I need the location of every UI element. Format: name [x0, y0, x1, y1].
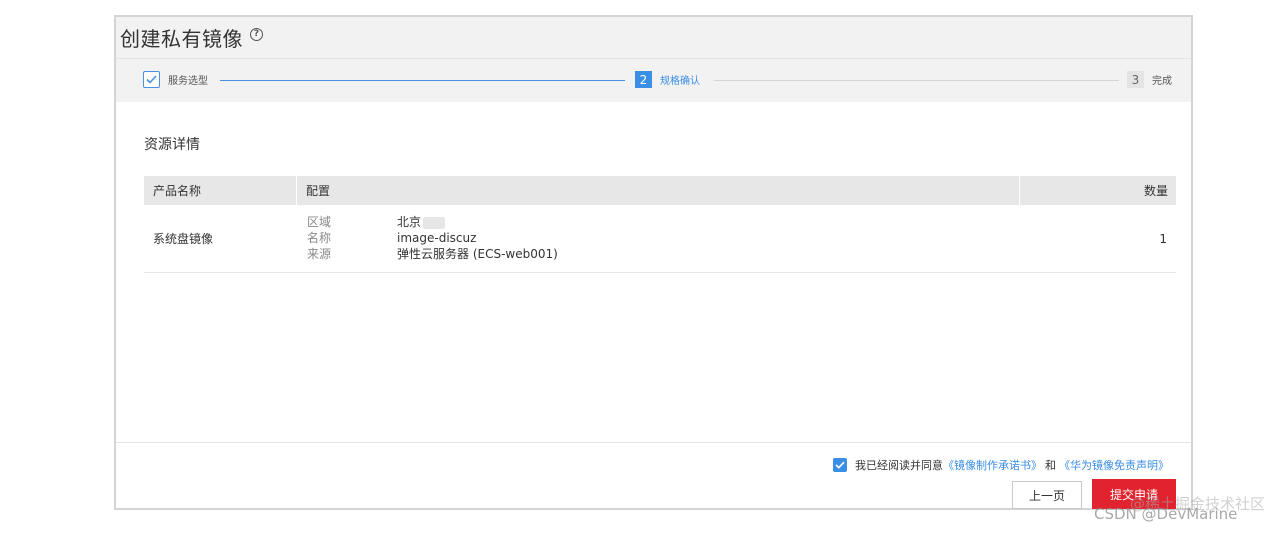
step-label: 服务选型	[168, 76, 208, 87]
step-spec-confirm: 2 规格确认	[635, 71, 700, 88]
config-value-source: 弹性云服务器 (ECS-web001)	[397, 247, 558, 261]
dialog-header: 创建私有镜像 ?	[116, 17, 1191, 59]
dialog-title: 创建私有镜像	[120, 27, 243, 51]
column-header-product: 产品名称	[144, 176, 297, 205]
config-key-source: 来源	[307, 247, 332, 261]
step-number: 3	[1127, 71, 1144, 88]
check-icon	[143, 71, 160, 88]
config-value-region: 北京	[397, 215, 558, 230]
step-complete: 3 完成	[1127, 71, 1172, 88]
table-row: 系统盘镜像 区域 北京 名称 image-discuz 来源 弹性云服务器 (E…	[144, 205, 1176, 273]
table-header: 产品名称 配置 数量	[144, 176, 1176, 205]
config-value-name: image-discuz	[397, 231, 477, 245]
agreement-checkbox[interactable]	[833, 458, 847, 472]
agreement-text: 我已经阅读并同意	[855, 459, 943, 472]
step-label: 规格确认	[660, 76, 700, 87]
quantity-value: 1	[1159, 231, 1167, 246]
agreement: 我已经阅读并同意 《镜像制作承诺书》 和 《华为镜像免责声明》	[833, 457, 1169, 473]
section-title: 资源详情	[144, 137, 200, 153]
step-service-selection[interactable]: 服务选型	[143, 71, 208, 88]
column-header-quantity: 数量	[1143, 184, 1168, 198]
config-cell: 区域 北京 名称 image-discuz 来源 弹性云服务器 (ECS-web…	[297, 205, 1020, 272]
config-key-region: 区域	[307, 215, 332, 229]
commitment-link[interactable]: 《镜像制作承诺书》	[943, 457, 1042, 473]
redacted-mark	[423, 216, 446, 229]
step-connector	[714, 80, 1119, 81]
dialog-footer: 我已经阅读并同意 《镜像制作承诺书》 和 《华为镜像免责声明》 上一页 提交申请	[116, 442, 1191, 509]
progress-steps: 服务选型 2 规格确认 3 完成	[116, 59, 1191, 102]
watermark-line1: @稀土掘金技术社区	[1130, 495, 1266, 513]
step-label: 完成	[1152, 76, 1172, 87]
resource-table: 产品名称 配置 数量 系统盘镜像 区域 北京 名称 image-discuz 来…	[144, 176, 1176, 273]
region-value: 北京	[397, 215, 422, 229]
disclaimer-link[interactable]: 《华为镜像免责声明》	[1059, 457, 1169, 473]
product-name: 系统盘镜像	[153, 232, 214, 246]
step-number: 2	[635, 71, 652, 88]
previous-button[interactable]: 上一页	[1012, 481, 1082, 509]
create-image-dialog: 创建私有镜像 ? 服务选型 2 规格确认 3 完成 资源详情 产品名称 配置 数…	[114, 15, 1193, 510]
watermark: @稀土掘金技术社区 CSDN @DevMarine	[1094, 495, 1265, 523]
column-header-config: 配置	[297, 176, 1020, 205]
config-key-name: 名称	[307, 231, 332, 245]
help-icon[interactable]: ?	[250, 28, 263, 41]
step-connector	[220, 80, 625, 81]
agreement-and: 和	[1045, 459, 1056, 472]
config-list: 区域 北京 名称 image-discuz 来源 弹性云服务器 (ECS-web…	[307, 215, 558, 262]
